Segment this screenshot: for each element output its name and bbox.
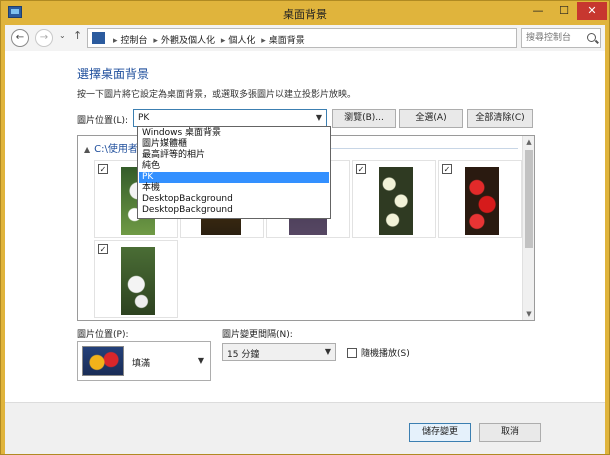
group-header[interactable]: ▲ C:\使用者 [84,140,138,155]
cancel-button[interactable]: 取消 [479,423,541,442]
breadcrumb-separator[interactable]: ▸ [261,36,266,46]
dropdown-option[interactable]: 本機 [139,183,329,194]
control-panel-icon [92,32,105,44]
picture-location-value: PK [138,113,150,123]
title-bar[interactable]: 桌面背景 — ☐ ✕ [1,1,609,25]
breadcrumb-separator[interactable]: ▸ [113,36,118,46]
group-header-label: C:\使用者 [94,144,138,155]
picture-thumbnail [465,167,499,235]
shuffle-label: 隨機播放(S) [361,349,410,359]
picture-thumbnail [379,167,413,235]
scroll-up-icon[interactable]: ▲ [524,137,534,147]
change-interval-combobox[interactable]: 15 分鐘 ▼ [222,343,336,361]
save-changes-button[interactable]: 儲存變更 [409,423,471,442]
chevron-down-icon: ▼ [324,347,331,356]
breadcrumb-item[interactable]: 外觀及個人化 [161,36,215,46]
dropdown-option[interactable]: Windows 桌面背景 [139,128,329,139]
breadcrumb-separator[interactable]: ▸ [153,36,158,46]
picture-position-value: 填滿 [132,359,151,369]
position-preview-thumbnail [82,346,124,376]
tile-checkbox[interactable]: ✓ [98,164,108,174]
picture-position-combobox[interactable]: 填滿 ▼ [77,341,211,381]
page-title: 選擇桌面背景 [77,67,150,81]
maximize-button[interactable]: ☐ [551,2,577,20]
window-title: 桌面背景 [283,8,327,21]
dropdown-option[interactable]: 最高評等的相片 [139,150,329,161]
navigation-bar: ← → ⌄ ↑ ▸控制台 ▸外觀及個人化 ▸個人化 ▸桌面背景 ⌄ ↻ [5,25,605,51]
tile-checkbox[interactable]: ✓ [356,164,366,174]
breadcrumb-item[interactable]: 控制台 [121,36,148,46]
search-box[interactable] [521,28,601,48]
tile-checkbox[interactable]: ✓ [442,164,452,174]
shuffle-checkbox-box[interactable] [347,348,357,358]
breadcrumb-separator[interactable]: ▸ [221,36,226,46]
dropdown-option[interactable]: 純色 [139,161,329,172]
chevron-down-icon: ▼ [197,356,204,365]
search-icon[interactable] [587,33,596,42]
browse-button[interactable]: 瀏覽(B)... [332,109,396,128]
scroll-thumb[interactable] [525,150,533,248]
main-content: 選擇桌面背景 按一下圖片將它設定為桌面背景，或選取多張圖片以建立投影片放映。 圖… [5,51,605,402]
up-button[interactable]: ↑ [73,29,82,42]
scroll-down-icon[interactable]: ▼ [524,309,534,319]
minimize-button[interactable]: — [525,2,551,20]
collapse-icon[interactable]: ▲ [84,145,90,154]
dropdown-option-selected[interactable]: PK [139,172,329,183]
change-interval-value: 15 分鐘 [227,350,260,360]
window: 桌面背景 — ☐ ✕ ← → ⌄ ↑ ▸ 控制台 ▸ 外觀及個人化 ▸ 個人化 ▸ 桌面… [0,0,610,455]
select-all-button[interactable]: 全選(A) [399,109,463,128]
clear-all-button[interactable]: 全部清除(C) [467,109,533,128]
breadcrumb-item[interactable]: 個人化 [228,36,255,46]
picture-position-label: 圖片位置(P): [77,330,129,340]
picture-location-combobox[interactable]: PK ▼ [133,109,327,127]
chevron-down-icon: ▼ [315,113,322,122]
page-subtitle: 按一下圖片將它設定為桌面背景，或選取多張圖片以建立投影片放映。 [77,90,357,100]
picture-location-dropdown: Windows 桌面背景 圖片媒體櫃 最高評等的相片 純色 PK 本機 Desk… [137,126,331,219]
tile-checkbox[interactable]: ✓ [98,244,108,254]
change-interval-label: 圖片變更間隔(N): [222,330,293,340]
vertical-scrollbar[interactable]: ▲ ▼ [522,136,534,320]
dropdown-option[interactable]: DesktopBackground [139,194,329,205]
picture-tile[interactable]: ✓ [438,160,522,238]
breadcrumb: ▸ 控制台 ▸ 外觀及個人化 ▸ 個人化 ▸ 桌面背景 [110,33,305,46]
dropdown-option[interactable]: 圖片媒體櫃 [139,139,329,150]
recent-locations-icon[interactable]: ⌄ [59,31,66,40]
picture-tile[interactable]: ✓ [94,240,178,318]
search-input[interactable] [526,30,588,46]
shuffle-checkbox[interactable]: 隨機播放(S) [347,346,410,359]
dropdown-option[interactable]: DesktopBackground [139,205,329,216]
picture-tile[interactable]: ✓ [352,160,436,238]
forward-button[interactable]: → [35,29,53,47]
address-bar[interactable]: ▸控制台 ▸外觀及個人化 ▸個人化 ▸桌面背景 ⌄ ↻ [87,28,591,48]
picture-location-label: 圖片位置(L): [77,116,129,126]
close-button[interactable]: ✕ [577,2,607,20]
footer-bar: 儲存變更 取消 [5,402,605,454]
breadcrumb-item[interactable]: 桌面背景 [269,36,305,46]
picture-thumbnail [121,247,155,315]
back-button[interactable]: ← [11,29,29,47]
